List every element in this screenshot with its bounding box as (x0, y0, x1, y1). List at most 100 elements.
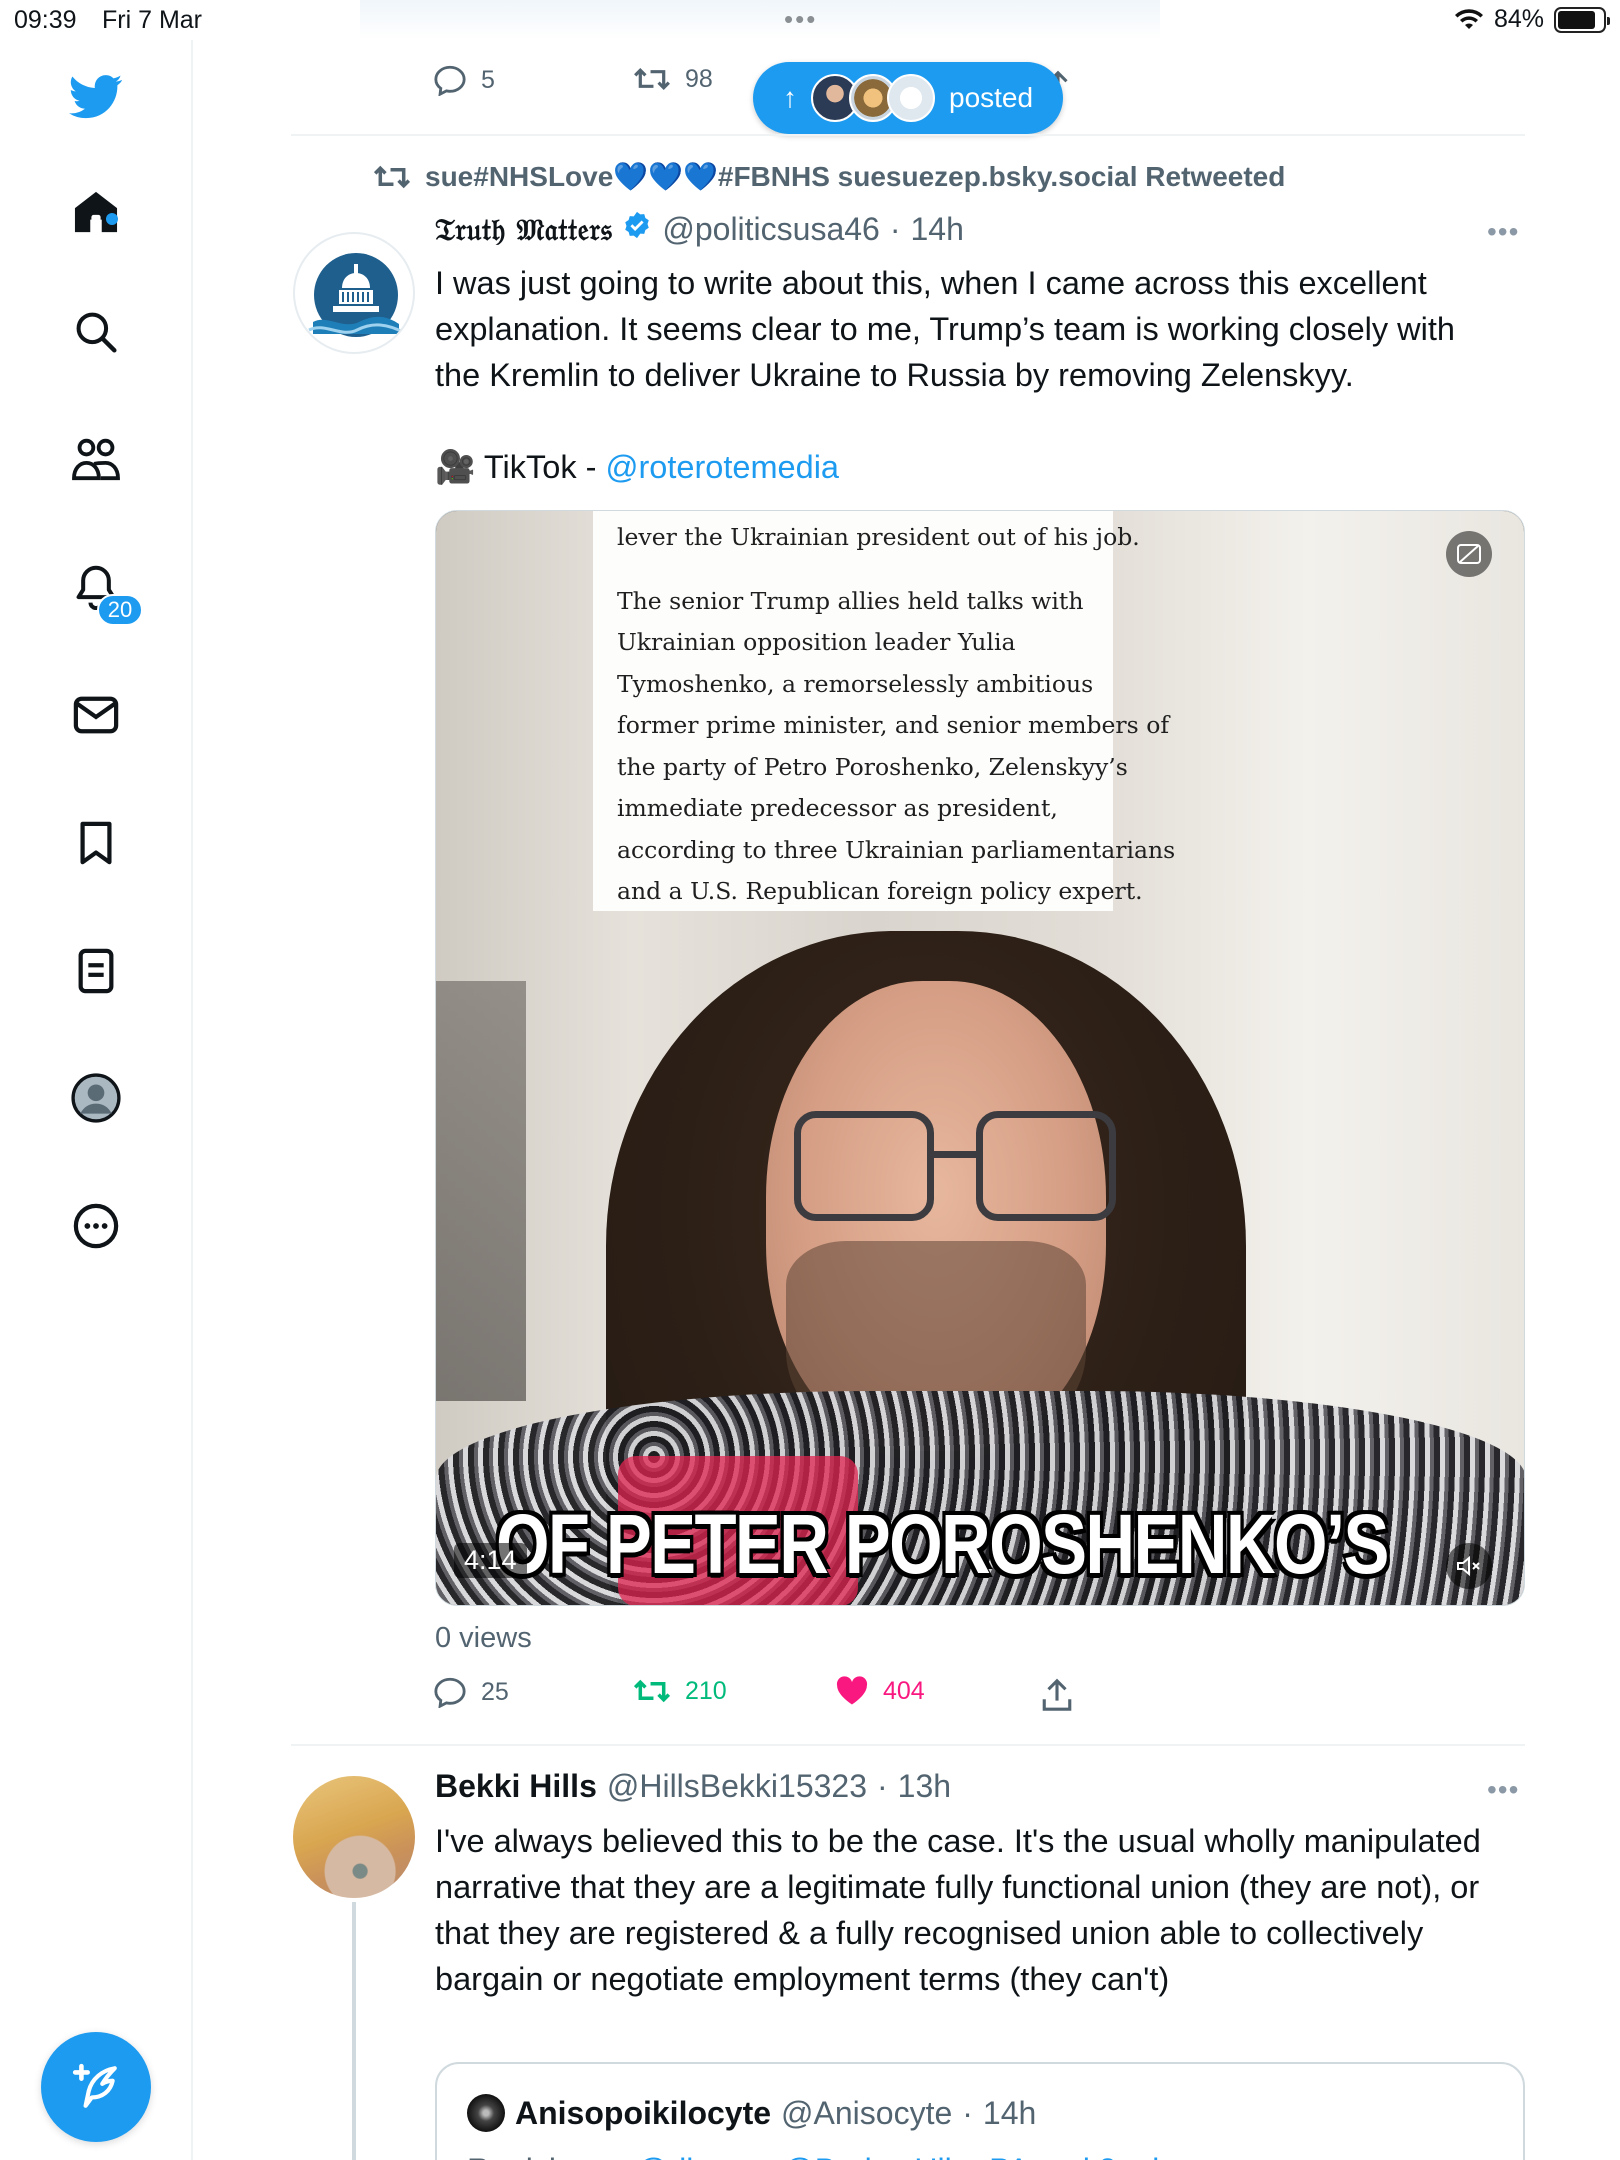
avatar[interactable] (293, 232, 415, 354)
lists-icon[interactable] (64, 939, 128, 1003)
more-options-icon[interactable]: ••• (1487, 1774, 1519, 1806)
more-icon[interactable] (64, 1194, 128, 1258)
article-line: according to three Ukrainian parliamenta… (617, 835, 1176, 864)
quote-display-name: Anisopoikilocyte (515, 2094, 772, 2131)
reply-count: 25 (481, 1677, 509, 1706)
retweet-count: 210 (685, 1676, 727, 1705)
replying-to: Replying to @dieracg @BerkayUlkerPA and … (467, 2152, 1214, 2160)
divider (291, 1744, 1525, 1746)
article-line: immediate predecessor as president, (617, 794, 1058, 822)
retweet-icon (373, 165, 411, 188)
battery-icon (1554, 6, 1610, 33)
timestamp[interactable]: 13h (898, 1768, 951, 1805)
status-right: 84% (1454, 5, 1610, 34)
compose-button[interactable] (41, 2032, 151, 2142)
home-unread-dot (106, 213, 118, 225)
avatar[interactable] (293, 1776, 415, 1898)
battery-percent: 84% (1493, 5, 1544, 33)
status-date: Fri 7 Mar (102, 6, 202, 34)
tweet-text: I was just going to write about this, wh… (435, 265, 1455, 393)
battery-fill (1558, 10, 1595, 29)
share-icon[interactable] (1041, 1678, 1073, 1712)
notifications-badge: 20 (97, 594, 143, 626)
status-bar: 09:39 Fri 7 Mar ••• 84% (0, 0, 1620, 40)
tweet-header: Bekki Hills @HillsBekki15323 · 13h (435, 1768, 951, 1805)
quote-header: Anisopoikilocyte @Anisocyte · 14h (467, 2094, 1036, 2132)
separator-dot: · (889, 211, 901, 247)
pill-avatar (887, 74, 935, 122)
pill-avatars (811, 74, 935, 122)
video-glasses (794, 1111, 934, 1221)
tiktok-credit: 🎥 TikTok - @roterotemedia (435, 444, 1505, 490)
top-fade (360, 0, 1160, 40)
retweeted-by-label: sue#NHSLove💙💙💙#FBNHS suesuezep.bsky.soci… (425, 161, 1286, 192)
quoted-tweet[interactable]: Anisopoikilocyte @Anisocyte · 14h Replyi… (435, 2062, 1525, 2160)
prev-retweet-button[interactable]: 98 (633, 64, 713, 94)
replying-prefix: Replying to (467, 2152, 636, 2160)
communities-icon[interactable] (64, 428, 128, 492)
article-line: former prime minister, and senior member… (617, 711, 1170, 739)
divider (291, 134, 1525, 136)
quote-timestamp: 14h (982, 2094, 1037, 2131)
view-count: 0 views (435, 1622, 532, 1654)
twitter-logo-icon[interactable] (64, 65, 128, 129)
video-article-overlay: lever the Ukrainian president out of his… (593, 511, 1176, 911)
video-glasses (976, 1111, 1116, 1221)
tiktok-prefix: 🎥 TikTok - (435, 449, 606, 485)
mute-icon[interactable] (1446, 1543, 1492, 1589)
display-name[interactable]: 𝔗𝔯𝔲𝔱𝔥 𝔐𝔞𝔱𝔱𝔢𝔯𝔰 (435, 213, 612, 248)
article-line: Ukrainian opposition leader Yulia (617, 628, 1016, 656)
status-time: 09:39 (14, 6, 77, 34)
more-options-icon[interactable]: ••• (1487, 216, 1519, 248)
separator-dot: · (962, 2094, 973, 2131)
search-icon[interactable] (64, 300, 128, 364)
new-posts-pill[interactable]: ↑ posted (753, 62, 1063, 134)
video-player[interactable]: lever the Ukrainian president out of his… (435, 510, 1525, 1606)
article-line: The senior Trump allies held talks with (617, 586, 1084, 615)
compose-icon (72, 2063, 117, 2108)
like-count: 404 (883, 1676, 925, 1705)
prev-reply-button[interactable]: 5 (433, 64, 495, 96)
video-door (436, 981, 526, 1401)
reply-button[interactable]: 25 (433, 1676, 509, 1708)
thread-line (352, 1902, 356, 2160)
video-caption: OF PETER POROSHENKO’S (496, 1497, 1389, 1591)
avatar (467, 2094, 505, 2132)
prev-retweet-count: 98 (685, 64, 713, 93)
quote-handle: @Anisocyte (781, 2094, 953, 2131)
handle[interactable]: @HillsBekki15323 (607, 1768, 867, 1805)
video-glasses-bridge (932, 1151, 978, 1158)
tweet-text: I've always believed this to be the case… (435, 1823, 1481, 1997)
separator-dot: · (877, 1768, 888, 1804)
article-line: Tymoshenko, a remorselessly ambitious (617, 669, 1094, 698)
heart-icon (836, 1676, 868, 1705)
home-icon[interactable] (64, 180, 128, 244)
timestamp[interactable]: 14h (911, 211, 964, 248)
article-line: the party of Petro Poroshenko, Zelenskyy… (617, 752, 1128, 781)
handle[interactable]: @politicsusa46 (662, 211, 879, 248)
article-line: and a U.S. Republican foreign policy exp… (617, 877, 1143, 905)
retweet-button[interactable]: 210 (633, 1676, 727, 1706)
replying-links[interactable]: @dieracg @BerkayUlkerPA and 3 others (636, 2152, 1214, 2160)
captions-icon[interactable] (1446, 531, 1492, 577)
sidebar: 20 (0, 40, 193, 2160)
multitasking-dots-icon[interactable]: ••• (784, 4, 817, 35)
messages-icon[interactable] (64, 683, 128, 747)
arrow-up-icon: ↑ (783, 82, 797, 113)
reply-icon (434, 1677, 466, 1708)
tweet-header: 𝔗𝔯𝔲𝔱𝔥 𝔐𝔞𝔱𝔱𝔢𝔯𝔰 @politicsusa46 · 14h (435, 210, 964, 248)
timeline: 5 98 ↑ posted sue#NHSLove💙💙💙#FBNHS suesu… (193, 40, 1620, 2160)
display-name[interactable]: Bekki Hills (435, 1768, 597, 1805)
like-button[interactable]: 404 (835, 1676, 925, 1706)
posted-label: posted (949, 82, 1034, 113)
tiktok-link[interactable]: @roterotemedia (605, 449, 839, 485)
verified-badge-icon (625, 211, 650, 239)
article-line (617, 559, 1095, 581)
reply-icon (434, 65, 466, 96)
bookmarks-icon[interactable] (64, 811, 128, 875)
profile-icon[interactable] (64, 1066, 128, 1130)
video-duration: 4:14 (454, 1543, 527, 1578)
retweeted-by[interactable]: sue#NHSLove💙💙💙#FBNHS suesuezep.bsky.soci… (373, 160, 1285, 193)
retweet-icon (634, 67, 670, 91)
prev-reply-count: 5 (481, 65, 495, 94)
